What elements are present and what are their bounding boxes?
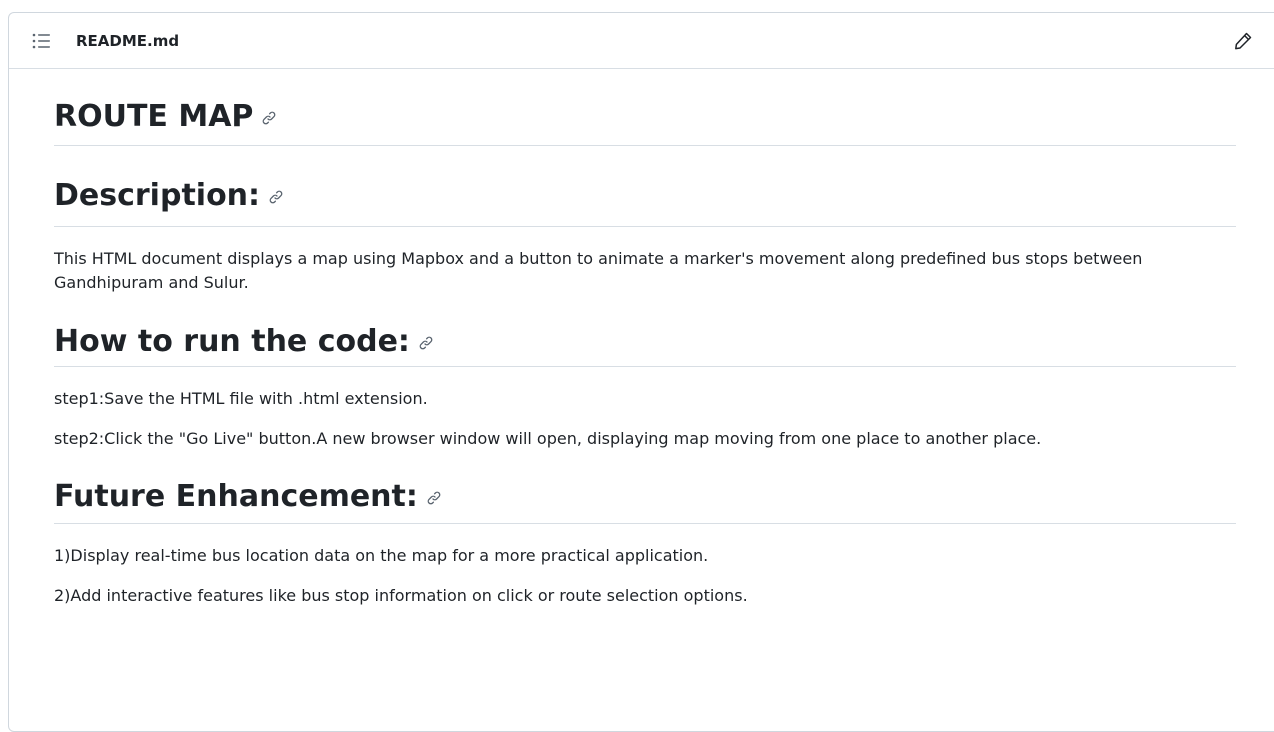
file-header: README.md (9, 13, 1274, 69)
future-item-2: 2)Add interactive features like bus stop… (54, 586, 748, 605)
link-icon[interactable] (418, 335, 434, 351)
link-icon[interactable] (426, 490, 442, 506)
description-heading-text: Description: (54, 178, 261, 213)
readme-title-text: ROUTE MAP (54, 99, 254, 134)
description-heading: Description: (54, 146, 1236, 227)
readme-title: ROUTE MAP (54, 69, 1236, 146)
link-icon[interactable] (268, 189, 284, 205)
link-icon[interactable] (261, 110, 277, 126)
step-1: step1:Save the HTML file with .html exte… (54, 389, 428, 408)
description-text: This HTML document displays a map using … (54, 249, 1143, 292)
how-to-run-heading: How to run the code: (54, 295, 1236, 367)
file-name: README.md (76, 32, 180, 50)
future-heading-text: Future Enhancement: (54, 479, 418, 514)
pencil-icon[interactable] (1233, 31, 1253, 51)
how-to-run-heading-text: How to run the code: (54, 324, 410, 359)
step-2: step2:Click the "Go Live" button.A new b… (54, 429, 1042, 448)
readme-content: ROUTE MAP Description: This HTML documen… (54, 69, 1236, 608)
readme-panel: README.md ROUTE MAP Description: This HT… (8, 12, 1274, 732)
future-heading: Future Enhancement: (54, 451, 1236, 524)
future-item-1: 1)Display real-time bus location data on… (54, 546, 709, 565)
list-icon[interactable] (31, 32, 51, 50)
